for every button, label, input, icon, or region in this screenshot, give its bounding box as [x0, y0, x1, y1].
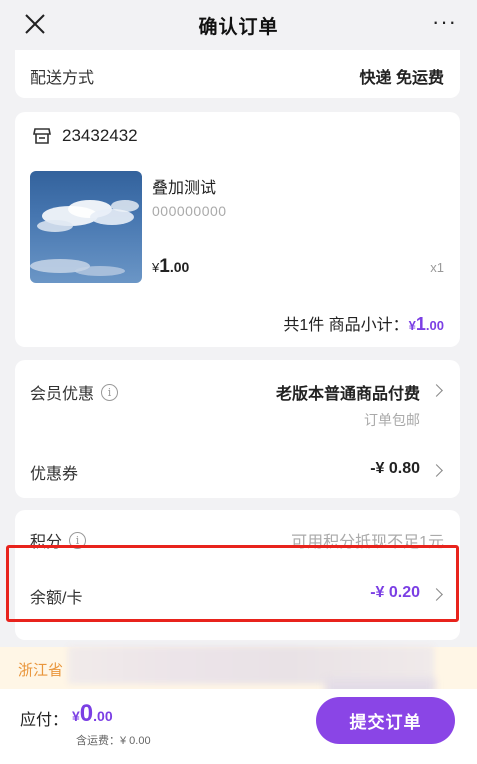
product-quantity: x1 [430, 260, 444, 275]
chevron-right-icon[interactable] [430, 384, 443, 397]
shop-header: 23432432 [32, 126, 138, 146]
discount-card: 会员优惠 i 老版本普通商品付费 订单包邮 优惠券 -¥ 0.80 [15, 360, 460, 498]
bottom-bar: 应付： ¥0.00 含运费：¥ 0.00 提交订单 [0, 689, 477, 764]
delivery-value: 快递 免运费 [359, 70, 444, 87]
delivery-label: 配送方式 [30, 70, 95, 87]
pay-symbol: ¥ [72, 708, 80, 724]
shop-name: 23432432 [62, 126, 138, 145]
pay-amount: ¥0.00 [72, 700, 113, 728]
coupon-value[interactable]: -¥ 0.80 [370, 460, 420, 478]
chevron-right-icon[interactable] [430, 464, 443, 477]
price-decimal: .00 [169, 259, 190, 275]
product-image[interactable] [30, 171, 142, 283]
member-discount-label: 会员优惠 i [30, 380, 119, 404]
info-icon[interactable]: i [101, 383, 119, 401]
coupon-label: 优惠券 [30, 466, 79, 483]
member-label-text: 会员优惠 [30, 386, 95, 403]
top-bar: 确认订单 ··· [0, 0, 477, 50]
price-integer: 1 [159, 256, 170, 277]
page-title: 确认订单 [198, 16, 279, 38]
submit-order-button[interactable]: 提交订单 [316, 697, 455, 744]
more-icon[interactable]: ··· [432, 11, 457, 33]
delivery-row: 配送方式 快递 免运费 [15, 50, 460, 98]
pay-decimal: .00 [93, 708, 113, 724]
product-price: ¥1.00 [152, 256, 189, 278]
product-sku: 000000000 [152, 203, 227, 219]
highlight-box [6, 545, 459, 622]
subtotal-decimal: .00 [425, 318, 444, 333]
subtotal-symbol: ¥ [408, 318, 416, 333]
pay-integer: 0 [79, 700, 94, 727]
subtotal-amount: ¥1.00 [408, 314, 444, 334]
member-discount-sub: 订单包邮 [364, 412, 420, 428]
member-discount-value[interactable]: 老版本普通商品付费 [276, 380, 420, 404]
subtotal-label: 共1件 商品小计： [283, 317, 409, 334]
store-icon [33, 128, 51, 144]
pay-label: 应付： [20, 712, 69, 729]
shipping-note: 含运费：¥ 0.00 [76, 735, 151, 747]
cloud-sky-image [30, 200, 139, 276]
product-title[interactable]: 叠加测试 [152, 174, 216, 198]
close-icon[interactable] [22, 11, 48, 37]
subtotal-integer: 1 [415, 314, 426, 334]
subtotal: 共1件 商品小计：¥1.00 [283, 311, 444, 335]
address-text: 浙江省 [18, 662, 64, 679]
product-card: 23432432 叠加测试 000000000 ¥1.00 x1 共1件 商品小… [15, 112, 460, 347]
